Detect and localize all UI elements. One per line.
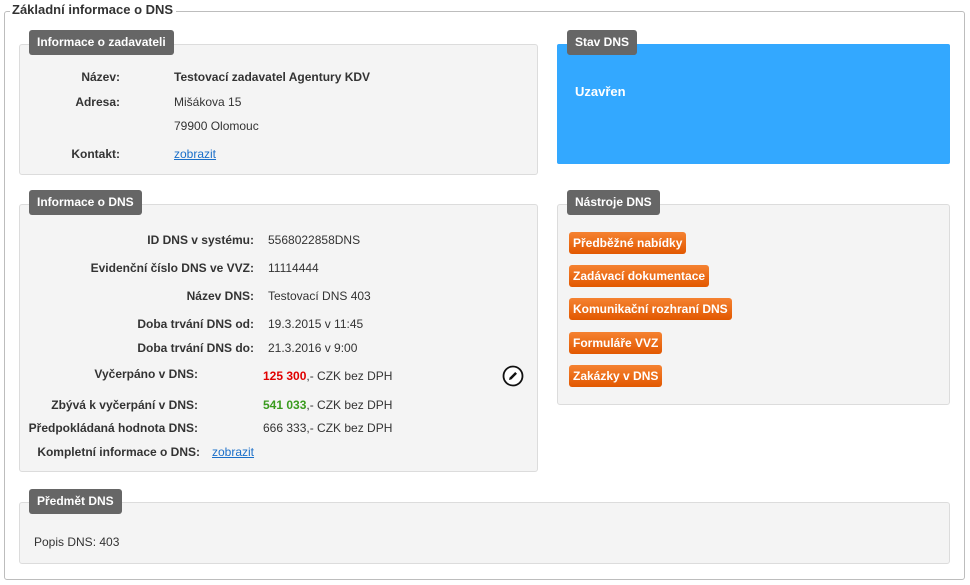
dns-evid-label: Evidenční číslo DNS ve VVZ:	[90, 261, 254, 275]
predmet-panel	[19, 502, 950, 564]
dns-info-title: Informace o DNS	[29, 190, 142, 215]
dns-spent-suffix: ,- CZK bez DPH	[306, 369, 393, 383]
zadavatel-title: Informace o zadavateli	[29, 30, 174, 55]
status-value: Uzavřen	[575, 84, 626, 99]
zadavatel-name-label: Název:	[81, 70, 120, 84]
dns-id: 5568022858DNS	[268, 233, 361, 247]
dns-name: Testovací DNS 403	[268, 289, 371, 303]
dns-expected: 666 333,- CZK bez DPH	[263, 421, 393, 435]
status-title: Stav DNS	[567, 30, 638, 55]
dns-to: 21.3.2016 v 9:00	[268, 341, 358, 355]
zadavatel-address-label: Adresa:	[75, 95, 120, 109]
status-panel: Uzavřen	[557, 44, 950, 164]
pencil-circle-icon[interactable]	[502, 365, 524, 387]
dns-to-label: Doba trvání DNS do:	[137, 341, 254, 355]
zadavatel-street: Mišákova 15	[174, 95, 242, 109]
tool-button-zadavaci-dokumentace[interactable]: Zadávací dokumentace	[569, 265, 710, 287]
dns-spent-value: 125 300,- CZK bez DPH	[263, 369, 392, 383]
dns-spent-label: Vyčerpáno v DNS:	[94, 367, 198, 381]
dns-full-label: Kompletní informace o DNS:	[37, 445, 200, 459]
tool-button-komunikacni-rozhrani[interactable]: Komunikační rozhraní DNS	[569, 298, 732, 320]
tool-button-formulare-vvz[interactable]: Formuláře VVZ	[569, 332, 663, 354]
predmet-title: Předmět DNS	[29, 489, 122, 514]
dns-from-label: Doba trvání DNS od:	[137, 317, 254, 331]
tool-button-predbezne-nabidky[interactable]: Předběžné nabídky	[569, 232, 687, 254]
zadavatel-contact-link[interactable]: zobrazit	[174, 147, 216, 161]
dns-remain-amount: 541 033	[263, 398, 307, 412]
dns-remain-value: 541 033,- CZK bez DPH	[263, 398, 392, 412]
tool-button-zakazky-v-dns[interactable]: Zakázky v DNS	[569, 365, 663, 387]
dns-remain-suffix: ,- CZK bez DPH	[306, 398, 393, 412]
zadavatel-city: 79900 Olomouc	[174, 119, 259, 133]
dns-spent-amount: 125 300	[263, 369, 307, 383]
dns-remain-label: Zbývá k vyčerpání v DNS:	[51, 398, 198, 412]
dns-evid: 11114444	[268, 261, 319, 275]
dns-expected-label: Předpokládaná hodnota DNS:	[28, 421, 198, 435]
tools-title: Nástroje DNS	[567, 190, 660, 215]
dns-name-label: Název DNS:	[186, 289, 254, 303]
dns-full-link[interactable]: zobrazit	[212, 445, 254, 459]
dns-from: 19.3.2015 v 11:45	[268, 317, 364, 331]
predmet-text: Popis DNS: 403	[34, 535, 120, 549]
zadavatel-name: Testovací zadavatel Agentury KDV	[174, 70, 371, 84]
zadavatel-contact-label: Kontakt:	[71, 147, 120, 161]
dns-id-label: ID DNS v systému:	[147, 233, 254, 247]
main-legend: Základní informace o DNS	[10, 2, 177, 17]
